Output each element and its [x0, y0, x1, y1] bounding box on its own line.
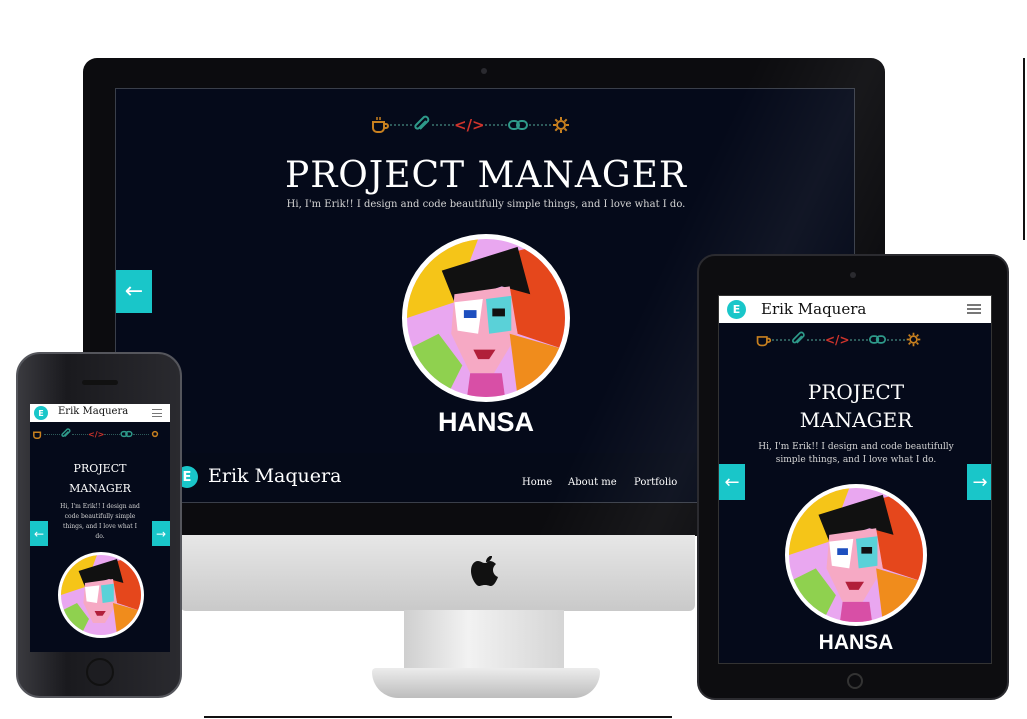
device-mockup-stage: </> PROJECT MANAGER Hi, I'm Erik!! I des… — [0, 0, 1027, 719]
tablet-camera — [850, 272, 856, 278]
code-icon: </> — [454, 116, 485, 134]
dotted-connector — [72, 433, 88, 435]
skills-icon-row: </> — [755, 331, 922, 348]
coffee-icon — [756, 336, 772, 347]
portrait-image — [789, 488, 923, 622]
paperclip-icon — [61, 428, 71, 437]
code-icon: </> — [88, 429, 105, 439]
brand-name: HANSA — [818, 631, 894, 654]
profile-avatar — [58, 552, 144, 638]
dotted-connector — [484, 124, 507, 126]
hamburger-menu-icon[interactable] — [152, 409, 162, 417]
dotted-connector — [104, 433, 121, 435]
site-name[interactable]: Erik Maquera — [58, 406, 128, 417]
nav-link-portfolio[interactable]: Portfolio — [634, 477, 677, 488]
tablet-device: E Erik Maquera </> PROJECT MANAGER Hi, I… — [697, 254, 1009, 700]
nav-link-about[interactable]: About me — [568, 477, 617, 488]
title-line: PROJECT — [73, 462, 127, 475]
apple-logo-icon — [471, 556, 498, 586]
phone-device: E Erik Maquera </> PROJECT MANAGER Hi, I… — [16, 352, 182, 698]
dotted-connector — [44, 433, 60, 435]
carousel-prev-button[interactable]: ← — [719, 464, 745, 500]
tablet-header: E Erik Maquera — [719, 296, 991, 323]
site-name[interactable]: Erik Maquera — [761, 300, 866, 318]
monitor-stand-neck — [404, 610, 564, 672]
link-icon — [507, 120, 528, 130]
profile-avatar — [785, 484, 927, 626]
intro-text: Hi, I'm Erik!! I design and code beautif… — [286, 199, 686, 210]
link-icon — [868, 335, 886, 344]
carousel-next-button[interactable]: → — [967, 464, 991, 500]
paperclip-icon — [792, 331, 805, 344]
logo-icon[interactable]: E — [727, 300, 746, 319]
coffee-icon — [33, 431, 42, 439]
floor-line — [204, 716, 672, 718]
dotted-connector — [849, 338, 868, 341]
skills-icon-row: </> — [370, 115, 571, 135]
nav-link-home[interactable]: Home — [522, 477, 552, 488]
edge-line — [1023, 58, 1025, 240]
portrait-image — [407, 239, 565, 397]
intro-text: Hi, I'm Erik!! I design and code beautif… — [44, 502, 156, 542]
page-title: PROJECT MANAGER — [284, 155, 688, 196]
page-title: PROJECT MANAGER — [30, 459, 170, 499]
tablet-home-button[interactable] — [847, 673, 863, 689]
title-line: PROJECT — [807, 380, 905, 404]
brand-name: HANSA — [437, 407, 534, 437]
code-icon: </> — [825, 332, 850, 347]
phone-header: E Erik Maquera — [30, 404, 170, 422]
portrait-image — [61, 555, 141, 635]
dotted-connector — [886, 338, 905, 341]
gear-icon — [906, 332, 920, 347]
title-line: MANAGER — [799, 408, 913, 432]
dotted-connector — [432, 124, 454, 126]
carousel-prev-button[interactable]: ← — [116, 270, 152, 313]
monitor-stand-base — [372, 668, 600, 698]
paperclip-icon — [414, 115, 430, 130]
coffee-icon — [372, 117, 389, 133]
dotted-connector — [807, 338, 825, 341]
phone-speaker — [82, 380, 118, 385]
dotted-connector — [528, 124, 551, 126]
page-title: PROJECT MANAGER — [719, 378, 991, 434]
intro-text: Hi, I'm Erik!! I design and code beautif… — [749, 441, 963, 467]
intro-line: code beautifully simple — [64, 513, 136, 520]
intro-line: do. — [95, 533, 105, 540]
monitor-chin — [180, 535, 695, 611]
profile-avatar — [402, 234, 570, 402]
intro-line: simple things, and I love what I do. — [775, 455, 937, 465]
dotted-connector — [390, 124, 412, 126]
phone-home-button[interactable] — [86, 658, 114, 686]
phone-screen: E Erik Maquera </> PROJECT MANAGER Hi, I… — [30, 404, 170, 652]
title-line: MANAGER — [69, 482, 131, 495]
intro-line: Hi, I'm Erik!! I design and — [60, 503, 140, 510]
gear-icon — [152, 430, 159, 438]
carousel-next-button[interactable]: → — [152, 521, 170, 546]
dotted-connector — [133, 433, 150, 435]
site-name[interactable]: Erik Maquera — [208, 465, 341, 487]
dotted-connector — [772, 338, 790, 341]
logo-icon[interactable]: E — [34, 406, 48, 420]
skills-icon-row: </> — [32, 428, 161, 440]
carousel-prev-button[interactable]: ← — [30, 521, 48, 546]
gear-icon — [552, 117, 569, 133]
hamburger-menu-icon[interactable] — [967, 304, 981, 314]
tablet-screen: E Erik Maquera </> PROJECT MANAGER Hi, I… — [718, 295, 992, 664]
monitor-camera — [481, 68, 487, 74]
intro-line: Hi, I'm Erik!! I design and code beautif… — [758, 442, 954, 452]
intro-line: things, and I love what I — [63, 523, 137, 530]
link-icon — [120, 430, 133, 438]
